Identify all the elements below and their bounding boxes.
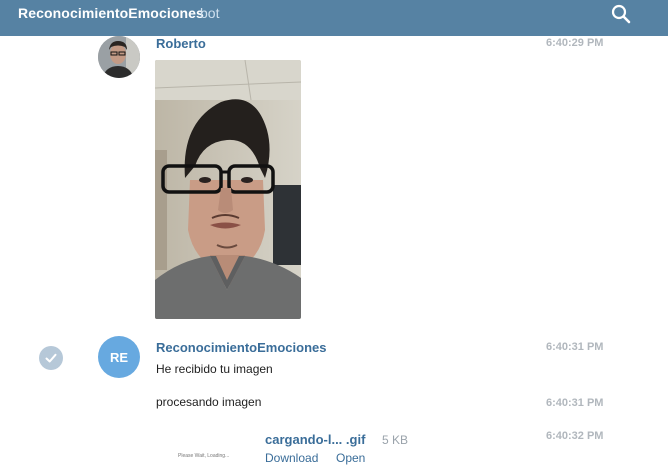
file-name[interactable]: cargando-l... .gif [265,432,365,447]
message-author[interactable]: Roberto [156,36,206,51]
chat-title[interactable]: ReconocimientoEmociones [18,5,204,21]
search-icon[interactable] [610,3,632,25]
message-author[interactable]: ReconocimientoEmociones [156,340,326,355]
message-time: 6:40:31 PM [546,397,604,409]
download-link[interactable]: Download [265,451,318,465]
chat-header: ReconocimientoEmociones bot [0,0,668,36]
message-time: 6:40:32 PM [546,430,604,442]
avatar[interactable]: RE [98,336,140,378]
photo-attachment[interactable] [155,60,301,319]
portrait-photo [155,60,301,319]
checkmark-icon [45,353,57,363]
chat-subtitle: bot [200,5,220,21]
select-message-toggle[interactable] [39,346,63,370]
avatar[interactable] [98,36,140,78]
message-time: 6:40:29 PM [546,37,604,49]
message-history[interactable]: Roberto 6:40:29 PM RE ReconocimientoEmoc… [0,36,668,469]
file-size: 5 KB [382,433,409,447]
message-text: He recibido tu imagen [156,362,273,376]
avatar-initials: RE [109,349,129,365]
message-time: 6:40:31 PM [546,341,604,353]
gif-thumbnail-caption: Please Wait, Loading... [178,453,230,459]
open-link[interactable]: Open [336,451,365,465]
gif-thumbnail[interactable]: Please Wait, Loading... [156,436,256,469]
user-avatar-image [98,36,140,78]
message-text: procesando imagen [156,395,262,409]
